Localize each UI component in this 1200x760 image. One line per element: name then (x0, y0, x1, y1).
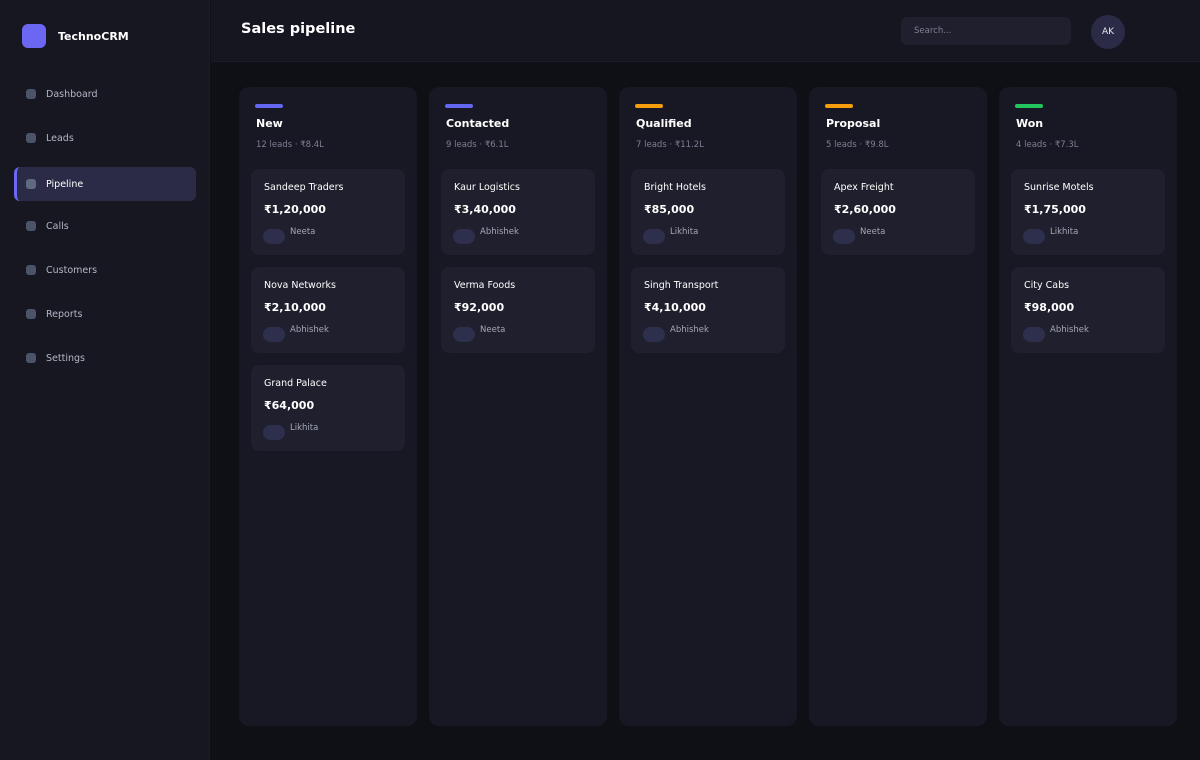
lead-amount: ₹64,000 (264, 399, 315, 412)
pipeline-column-new: New 12 leads · ₹8.4L Sandeep Traders ₹1,… (239, 87, 417, 726)
owner-avatar (453, 327, 475, 342)
sidebar-item-leads[interactable]: Leads (14, 121, 196, 155)
lead-card[interactable]: Apex Freight ₹2,60,000 Neeta (821, 169, 975, 255)
column-color-bar (1015, 104, 1043, 108)
lead-amount: ₹98,000 (1024, 301, 1075, 314)
sidebar-item-label: Customers (46, 264, 98, 276)
app-name: TechnoCRM (58, 29, 129, 43)
lead-name: Verma Foods (454, 280, 516, 291)
sidebar-item-settings[interactable]: Settings (14, 341, 196, 375)
owner-avatar (263, 425, 285, 440)
lead-amount: ₹4,10,000 (644, 301, 706, 314)
sidebar-item-pipeline[interactable]: Pipeline (14, 167, 196, 201)
owner-avatar (1023, 327, 1045, 342)
owner-avatar (643, 327, 665, 342)
sidebar-item-reports[interactable]: Reports (14, 297, 196, 331)
column-summary: 7 leads · ₹11.2L (636, 140, 704, 150)
owner-avatar (263, 229, 285, 244)
search-input[interactable] (901, 17, 1071, 45)
brand-logo-icon (22, 24, 46, 48)
reports-icon (26, 309, 36, 319)
column-title: New (256, 117, 283, 130)
pipeline-column-proposal: Proposal 5 leads · ₹9.8L Apex Freight ₹2… (809, 87, 987, 726)
sidebar-item-customers[interactable]: Customers (14, 253, 196, 287)
lead-card[interactable]: City Cabs ₹98,000 Abhishek (1011, 267, 1165, 353)
pipeline-icon (26, 179, 36, 189)
lead-amount: ₹2,10,000 (264, 301, 326, 314)
column-summary: 4 leads · ₹7.3L (1016, 140, 1079, 150)
column-color-bar (445, 104, 473, 108)
sidebar-item-label: Dashboard (46, 88, 98, 100)
customers-icon (26, 265, 36, 275)
lead-amount: ₹92,000 (454, 301, 505, 314)
sidebar-item-label: Pipeline (46, 178, 84, 190)
lead-card[interactable]: Verma Foods ₹92,000 Neeta (441, 267, 595, 353)
column-title: Proposal (826, 117, 881, 130)
column-summary: 12 leads · ₹8.4L (256, 140, 324, 150)
lead-owner: Neeta (480, 325, 506, 335)
dashboard-icon (26, 89, 36, 99)
lead-name: Singh Transport (644, 280, 719, 291)
lead-name: Bright Hotels (644, 182, 706, 193)
lead-owner: Abhishek (290, 325, 329, 335)
sidebar-item-calls[interactable]: Calls (14, 209, 196, 243)
calls-icon (26, 221, 36, 231)
lead-owner: Likhita (290, 423, 319, 433)
column-color-bar (635, 104, 663, 108)
lead-owner: Abhishek (1050, 325, 1089, 335)
topbar: Sales pipeline AK (211, 0, 1200, 62)
column-title: Qualified (636, 117, 692, 130)
lead-name: City Cabs (1024, 280, 1070, 291)
lead-card[interactable]: Sandeep Traders ₹1,20,000 Neeta (251, 169, 405, 255)
sidebar: TechnoCRM Dashboard Leads Pipeline Calls… (0, 0, 210, 760)
lead-amount: ₹85,000 (644, 203, 695, 216)
pipeline-column-won: Won 4 leads · ₹7.3L Sunrise Motels ₹1,75… (999, 87, 1177, 726)
owner-avatar (453, 229, 475, 244)
owner-avatar (263, 327, 285, 342)
lead-card[interactable]: Grand Palace ₹64,000 Likhita (251, 365, 405, 451)
leads-icon (26, 133, 36, 143)
sidebar-item-label: Calls (46, 220, 69, 232)
pipeline-column-contacted: Contacted 9 leads · ₹6.1L Kaur Logistics… (429, 87, 607, 726)
lead-owner: Neeta (860, 227, 886, 237)
lead-amount: ₹1,20,000 (264, 203, 326, 216)
lead-amount: ₹1,75,000 (1024, 203, 1086, 216)
column-color-bar (255, 104, 283, 108)
sidebar-item-label: Settings (46, 352, 85, 364)
lead-name: Sunrise Motels (1024, 182, 1094, 193)
user-avatar[interactable]: AK (1091, 15, 1125, 49)
page-title: Sales pipeline (241, 21, 356, 37)
lead-name: Kaur Logistics (454, 182, 520, 193)
column-color-bar (825, 104, 853, 108)
lead-card[interactable]: Sunrise Motels ₹1,75,000 Likhita (1011, 169, 1165, 255)
column-title: Won (1016, 117, 1044, 130)
lead-card[interactable]: Singh Transport ₹4,10,000 Abhishek (631, 267, 785, 353)
lead-name: Sandeep Traders (264, 182, 344, 193)
lead-amount: ₹2,60,000 (834, 203, 896, 216)
lead-amount: ₹3,40,000 (454, 203, 516, 216)
lead-name: Apex Freight (834, 182, 894, 193)
sidebar-item-label: Reports (46, 308, 83, 320)
lead-owner: Abhishek (670, 325, 709, 335)
lead-name: Nova Networks (264, 280, 336, 291)
column-title: Contacted (446, 117, 510, 130)
lead-name: Grand Palace (264, 378, 327, 389)
lead-card[interactable]: Nova Networks ₹2,10,000 Abhishek (251, 267, 405, 353)
lead-owner: Likhita (1050, 227, 1079, 237)
brand[interactable]: TechnoCRM (22, 24, 129, 48)
owner-avatar (833, 229, 855, 244)
owner-avatar (643, 229, 665, 244)
pipeline-column-qualified: Qualified 7 leads · ₹11.2L Bright Hotels… (619, 87, 797, 726)
lead-card[interactable]: Bright Hotels ₹85,000 Likhita (631, 169, 785, 255)
lead-card[interactable]: Kaur Logistics ₹3,40,000 Abhishek (441, 169, 595, 255)
sidebar-item-dashboard[interactable]: Dashboard (14, 77, 196, 111)
sidebar-item-label: Leads (46, 132, 74, 144)
lead-owner: Likhita (670, 227, 699, 237)
column-summary: 9 leads · ₹6.1L (446, 140, 509, 150)
column-summary: 5 leads · ₹9.8L (826, 140, 889, 150)
settings-icon (26, 353, 36, 363)
lead-owner: Abhishek (480, 227, 519, 237)
owner-avatar (1023, 229, 1045, 244)
lead-owner: Neeta (290, 227, 316, 237)
